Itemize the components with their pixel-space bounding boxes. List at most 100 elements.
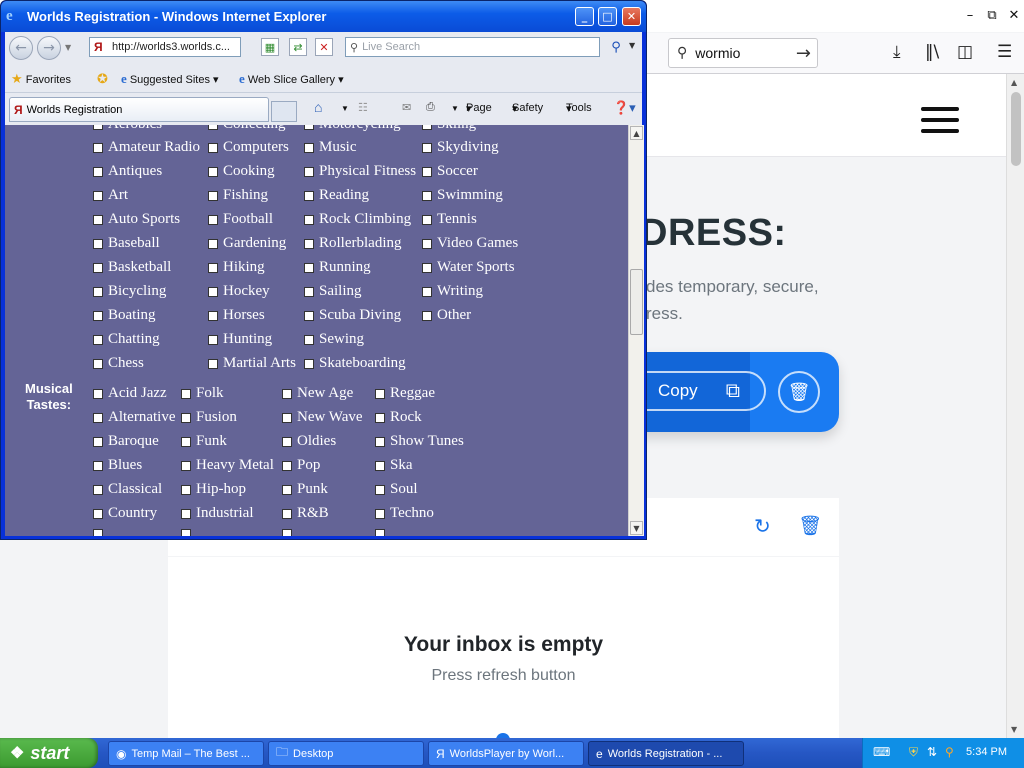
hobby-checkbox-option[interactable]: Football: [208, 211, 273, 228]
scroll-up-icon[interactable]: ▲: [1011, 78, 1017, 87]
hobby-checkbox-option[interactable]: Hiking: [208, 259, 265, 276]
feeds-icon[interactable]: ☷: [358, 101, 368, 114]
sidebar-icon[interactable]: ◫: [957, 42, 973, 62]
checkbox[interactable]: [93, 190, 103, 201]
scroll-down-button[interactable]: ▼: [630, 521, 643, 535]
hobby-checkbox-option[interactable]: Sewing: [304, 331, 364, 348]
music-checkbox-option[interactable]: Techno: [375, 505, 434, 522]
checkbox[interactable]: [181, 460, 191, 471]
checkbox[interactable]: [208, 310, 218, 321]
hobby-checkbox-option[interactable]: Reading: [304, 187, 369, 204]
scrollbar-thumb[interactable]: [1011, 92, 1021, 166]
checkbox[interactable]: [181, 436, 191, 447]
scrollbar-thumb[interactable]: [630, 269, 643, 335]
checkbox[interactable]: [304, 358, 314, 369]
music-checkbox-option[interactable]: Alternative: [93, 409, 175, 426]
ie-maximize-button[interactable]: □: [598, 7, 617, 26]
music-checkbox-option[interactable]: New Wave: [282, 409, 363, 426]
music-checkbox-option[interactable]: Fusion: [181, 409, 237, 426]
music-checkbox-option[interactable]: Punk: [282, 481, 328, 498]
hobby-checkbox-option[interactable]: Skateboarding: [304, 355, 406, 372]
music-checkbox-option[interactable]: Reggae: [375, 385, 435, 402]
checkbox[interactable]: [93, 358, 103, 369]
taskbar-item-worlds-registration[interactable]: e Worlds Registration - ...: [588, 741, 744, 766]
hobby-checkbox-option[interactable]: Writing: [422, 283, 483, 300]
search-options-dropdown-icon[interactable]: ▼: [629, 41, 635, 50]
hobby-checkbox-option[interactable]: Bicycling: [93, 283, 166, 300]
music-checkbox-option[interactable]: Industrial: [181, 505, 254, 522]
hobby-checkbox-option[interactable]: Antiques: [93, 163, 162, 180]
checkbox[interactable]: [304, 125, 314, 130]
download-icon[interactable]: ⤓: [893, 42, 901, 62]
checkbox[interactable]: [181, 388, 191, 399]
music-checkbox-option[interactable]: New Age: [282, 385, 353, 402]
suggested-sites-link[interactable]: e Suggested Sites ▾: [121, 71, 219, 87]
compatibility-icon[interactable]: ▦: [261, 38, 279, 56]
menu-icon[interactable]: ☰: [997, 42, 1012, 62]
security-shield-icon[interactable]: ⛨: [909, 745, 918, 760]
checkbox[interactable]: [93, 412, 103, 423]
checkbox[interactable]: [375, 412, 385, 423]
checkbox[interactable]: [282, 388, 292, 399]
checkbox[interactable]: [93, 388, 103, 399]
music-checkbox-option-clipped[interactable]: [282, 529, 297, 536]
network-icon[interactable]: ⇅: [927, 745, 937, 759]
hobby-checkbox-option[interactable]: Gardening: [208, 235, 286, 252]
checkbox[interactable]: [304, 142, 314, 153]
add-favorites-button[interactable]: ✪: [97, 71, 108, 87]
checkbox[interactable]: [181, 412, 191, 423]
back-button[interactable]: ←: [9, 36, 33, 60]
mail-icon[interactable]: ✉: [402, 101, 411, 114]
checkbox[interactable]: [375, 436, 385, 447]
checkbox[interactable]: [93, 508, 103, 519]
ie-vertical-scrollbar[interactable]: ▲ ▼: [628, 125, 644, 536]
checkbox[interactable]: [93, 334, 103, 345]
taskbar-item-temp-mail[interactable]: ◉ Temp Mail – The Best ...: [108, 741, 264, 766]
tools-menu[interactable]: Tools ▾: [566, 102, 592, 115]
ie-minimize-button[interactable]: _: [575, 7, 594, 26]
hobby-checkbox-option[interactable]: Basketball: [93, 259, 171, 276]
checkbox[interactable]: [93, 214, 103, 225]
checkbox[interactable]: [304, 238, 314, 249]
taskbar-item-worldsplayer[interactable]: Я WorldsPlayer by Worl...: [428, 741, 584, 766]
print-icon[interactable]: ⎙: [426, 101, 435, 114]
checkbox[interactable]: [93, 262, 103, 273]
search-input[interactable]: ⚲ wormio →: [668, 38, 818, 68]
checkbox[interactable]: [375, 388, 385, 399]
hobby-checkbox-option[interactable]: Martial Arts: [208, 355, 296, 372]
scroll-up-button[interactable]: ▲: [630, 126, 643, 140]
checkbox[interactable]: [181, 508, 191, 519]
checkbox[interactable]: [208, 214, 218, 225]
checkbox[interactable]: [181, 484, 191, 495]
checkbox[interactable]: [304, 262, 314, 273]
close-icon[interactable]: ✕: [1004, 4, 1024, 26]
hobby-checkbox-option[interactable]: Scuba Diving: [304, 307, 401, 324]
checkbox[interactable]: [93, 460, 103, 471]
checkbox[interactable]: [375, 460, 385, 471]
checkbox[interactable]: [304, 286, 314, 297]
checkbox[interactable]: [93, 310, 103, 321]
hobby-checkbox-option[interactable]: Motorcycling: [304, 125, 401, 133]
checkbox[interactable]: [282, 508, 292, 519]
hobby-checkbox-option[interactable]: Collecting: [208, 125, 286, 133]
tab-worlds-registration[interactable]: Я Worlds Registration: [9, 97, 269, 122]
checkbox[interactable]: [208, 190, 218, 201]
checkbox[interactable]: [181, 529, 191, 536]
hobby-checkbox-option[interactable]: Computers: [208, 139, 289, 156]
taskbar-item-desktop[interactable]: 🗀 Desktop: [268, 741, 424, 766]
music-checkbox-option[interactable]: Funk: [181, 433, 227, 450]
hobby-checkbox-option[interactable]: Swimming: [422, 187, 503, 204]
live-search-input[interactable]: ⚲ Live Search: [345, 37, 600, 57]
go-arrow-icon[interactable]: →: [796, 43, 811, 64]
checkbox[interactable]: [93, 238, 103, 249]
checkbox[interactable]: [208, 125, 218, 130]
hobby-checkbox-option[interactable]: Art: [93, 187, 128, 204]
checkbox[interactable]: [208, 358, 218, 369]
checkbox[interactable]: [208, 334, 218, 345]
checkbox[interactable]: [422, 142, 432, 153]
delete-button[interactable]: 🗑: [778, 371, 820, 413]
checkbox[interactable]: [422, 125, 432, 130]
hobby-checkbox-option[interactable]: Amateur Radio: [93, 139, 200, 156]
background-scrollbar[interactable]: ▲ ▼: [1006, 74, 1024, 738]
music-checkbox-option[interactable]: Hip-hop: [181, 481, 246, 498]
